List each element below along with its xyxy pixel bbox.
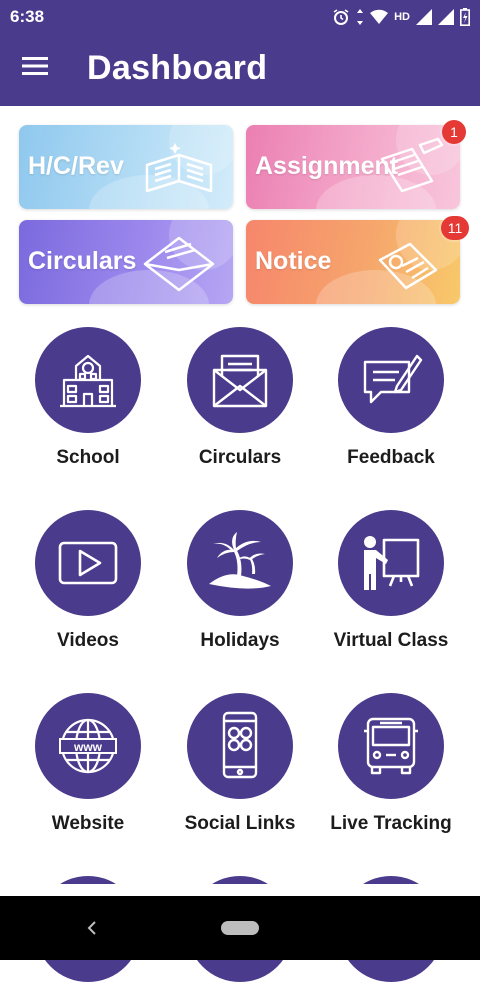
tile-feedback[interactable]: Feedback (316, 327, 466, 487)
envelope-icon (143, 236, 215, 292)
card-label: Notice (255, 247, 332, 275)
feedback-bubble-icon (338, 327, 444, 433)
tile-label: Social Links (184, 813, 296, 834)
pinned-paper-icon (378, 242, 438, 290)
play-icon (35, 510, 141, 616)
assignment-badge: 1 (442, 120, 466, 144)
page-title: Dashboard (87, 49, 268, 87)
card-label: H/C/Rev (28, 152, 124, 180)
card-notice[interactable]: Notice (246, 220, 460, 304)
signal-icon (416, 9, 432, 25)
tile-live-tracking[interactable]: Live Tracking (316, 693, 466, 853)
data-arrows-icon (357, 9, 364, 25)
tile-label: Website (51, 813, 125, 834)
tile-label: Live Tracking (330, 813, 452, 834)
tile-holidays[interactable]: Holidays (165, 510, 315, 670)
notice-badge: 11 (441, 216, 469, 240)
tile-social-links[interactable]: Social Links (165, 693, 315, 853)
tile-circulars[interactable]: Circulars (165, 327, 315, 487)
hamburger-menu-icon[interactable] (22, 56, 52, 84)
alarm-icon (333, 9, 349, 25)
card-hc-rev[interactable]: H/C/Rev (19, 125, 233, 209)
notebook-pencil-icon (380, 137, 444, 193)
tile-label: Holidays (200, 630, 280, 651)
open-book-icon (145, 143, 213, 193)
home-pill-button[interactable] (221, 921, 259, 935)
network-type: HD (394, 11, 410, 23)
tile-label: Videos (57, 630, 119, 651)
tile-label: School (56, 447, 120, 468)
open-envelope-icon (187, 327, 293, 433)
back-icon[interactable] (84, 916, 100, 940)
globe-www-icon: www (35, 693, 141, 799)
status-time: 6:38 (10, 7, 45, 26)
phone-social-icon (187, 693, 293, 799)
tile-label: Virtual Class (333, 630, 449, 651)
school-building-icon (35, 327, 141, 433)
card-label: Circulars (28, 247, 137, 275)
signal-icon-2 (438, 9, 454, 25)
card-circulars[interactable]: Circulars (19, 220, 233, 304)
system-nav-bar (0, 896, 480, 960)
card-assignment[interactable]: Assignment (246, 125, 460, 209)
presentation-board-icon (338, 510, 444, 616)
tile-label: Circulars (198, 447, 282, 468)
tile-school[interactable]: School (13, 327, 163, 487)
battery-icon (460, 8, 470, 26)
svg-text:www: www (73, 740, 103, 754)
status-bar: 6:38 HD (0, 0, 480, 34)
tile-virtual-class[interactable]: Virtual Class (316, 510, 466, 670)
tile-videos[interactable]: Videos (13, 510, 163, 670)
tile-website[interactable]: www Website (13, 693, 163, 853)
tile-label: Feedback (347, 447, 435, 468)
app-bar: Dashboard (0, 34, 480, 106)
status-icons: HD (332, 6, 470, 28)
bus-icon (338, 693, 444, 799)
palm-island-icon (187, 510, 293, 616)
wifi-icon (370, 9, 389, 24)
